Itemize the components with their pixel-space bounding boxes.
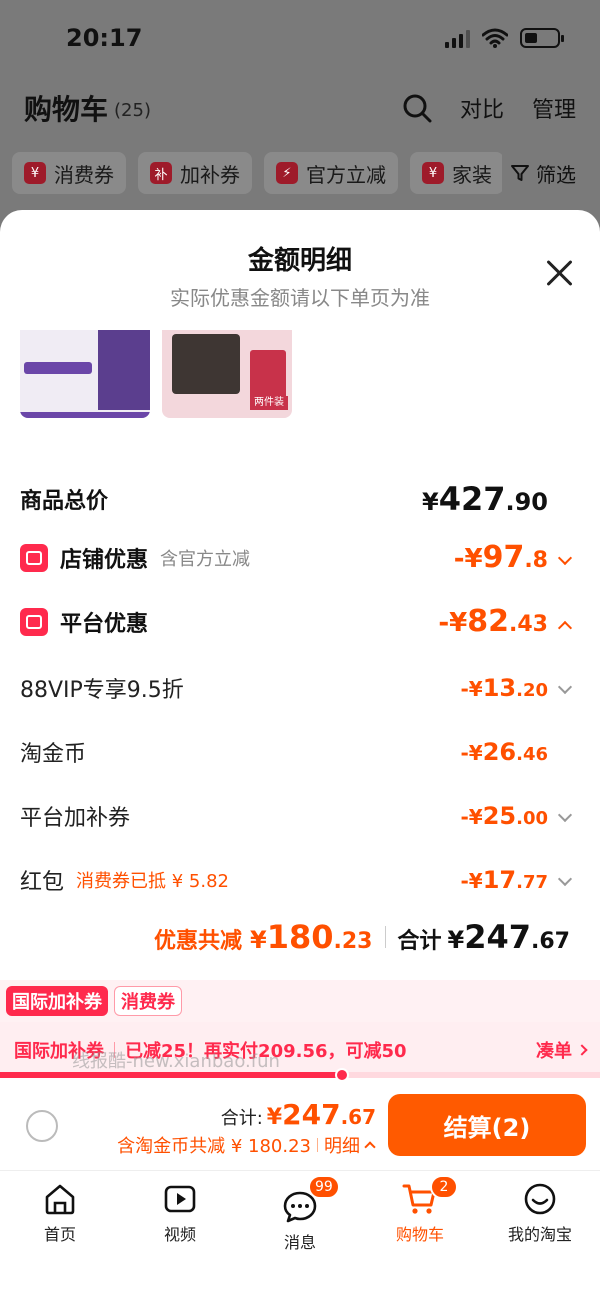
tag-consume-coupon[interactable]: 消费券 <box>114 986 182 1016</box>
profile-icon <box>524 1183 556 1215</box>
background-page: 20:17 购物车 (25) 对比 管理 ¥ 消费券 补 加补券 ⚡ 官方立减 … <box>0 0 600 230</box>
add-items-button[interactable]: 凑单 <box>536 1037 588 1063</box>
shop-discount-row[interactable]: 店铺优惠 含官方立减 -¥ 97 .8 <box>20 540 573 575</box>
chip-consume-coupon[interactable]: ¥ 消费券 <box>12 152 126 194</box>
grand-total-value: 247 <box>464 918 532 956</box>
platform-discount-row[interactable]: 平台优惠 -¥ 82 .43 <box>20 604 573 639</box>
shop-discount-label: 店铺优惠 <box>60 547 149 573</box>
lightning-icon: ⚡ <box>276 162 298 184</box>
chevron-up-icon <box>364 1141 376 1153</box>
chevron-right-icon <box>576 1044 588 1056</box>
funnel-icon <box>511 165 529 181</box>
coupon-icon: ¥ <box>422 162 444 184</box>
cart-badge: 2 <box>430 1175 458 1199</box>
tag-intl-subsidy[interactable]: 国际加补券 <box>6 986 108 1016</box>
amount-detail-sheet: 金额明细 实际优惠金额请以下单页为准 两件装 商品总价 ¥ 427 .90 店铺… <box>0 210 600 1170</box>
product-thumbnail-hair-dye[interactable]: 两件装 <box>162 330 292 418</box>
discount-summary: 优惠共减 ¥ 180 .23 合计 ¥ 247 .67 <box>154 918 570 956</box>
wifi-icon <box>482 28 508 48</box>
status-time: 20:17 <box>66 24 143 52</box>
filter-label: 筛选 <box>536 162 576 187</box>
shop-icon <box>20 543 48 572</box>
tab-my-taobao[interactable]: 我的淘宝 <box>480 1171 600 1298</box>
chip-label: 消费券 <box>54 162 114 187</box>
chip-label: 家装 <box>452 162 492 187</box>
sheet-title: 金额明细 <box>247 246 352 276</box>
discount-item-label: 平台加补券 <box>20 806 131 831</box>
watermark: 线报酷-new.xianbao.fun <box>72 1051 280 1072</box>
shop-discount-note: 含官方立减 <box>160 548 251 570</box>
discount-item-red-packet[interactable]: 红包 消费券已抵 ¥ 5.82 -¥ 17 .77 <box>20 864 573 896</box>
product-tag: 两件装 <box>250 396 288 410</box>
total-discount-value: 180 <box>266 918 334 956</box>
red-packet-note: 消费券已抵 ¥ 5.82 <box>76 871 229 892</box>
discount-item-platform-coupon[interactable]: 平台加补券 -¥ 25 .00 <box>20 800 573 832</box>
select-all-checkbox[interactable] <box>26 1110 58 1142</box>
compare-button[interactable]: 对比 <box>460 92 504 124</box>
chevron-down-icon <box>557 679 573 695</box>
goods-total-label: 商品总价 <box>20 489 109 514</box>
tab-messages[interactable]: 消息 99 <box>240 1171 360 1298</box>
shop-discount-value: -¥ 97 .8 <box>454 540 573 575</box>
detail-link: 明细 <box>324 1136 360 1157</box>
search-icon[interactable] <box>402 93 432 123</box>
discount-item-label: 红包 <box>20 870 65 895</box>
sheet-subtitle: 实际优惠金额请以下单页为准 <box>170 286 430 310</box>
checkout-total: 合计: ¥ 247 .67 <box>220 1098 376 1131</box>
grand-total-label: 合计 <box>397 929 442 954</box>
chip-home[interactable]: ¥ 家装 <box>410 152 504 194</box>
checkout-button[interactable]: 结算(2) <box>388 1094 586 1156</box>
cart-count: (25) <box>114 99 151 121</box>
checkout-bar: 合计: ¥ 247 .67 含淘金币共减 ¥ 180.23 明细 结算(2) <box>0 1082 600 1170</box>
discount-item-label: 88VIP专享9.5折 <box>20 678 184 703</box>
product-thumbnails: 两件装 <box>20 330 292 418</box>
bottom-tab-bar: 首页 视频 消息 99 购物车 2 我的淘宝 <box>0 1170 600 1298</box>
goods-total-value: ¥ 427 .90 <box>421 480 548 518</box>
product-thumbnail-cat-food[interactable] <box>20 330 150 418</box>
progress-fill <box>0 1072 342 1078</box>
close-icon[interactable] <box>544 258 574 288</box>
chip-official-discount[interactable]: ⚡ 官方立减 <box>264 152 398 194</box>
coupon-icon <box>20 607 48 636</box>
tab-home[interactable]: 首页 <box>0 1171 120 1298</box>
progress-knob <box>335 1068 349 1082</box>
cart-header: 购物车 (25) 对比 管理 <box>24 88 576 128</box>
coupon-icon: ¥ <box>24 162 46 184</box>
chip-subsidy-coupon[interactable]: 补 加补券 <box>138 152 252 194</box>
status-bar: 20:17 <box>0 22 600 62</box>
signal-icon <box>445 28 470 48</box>
discount-item-88vip[interactable]: 88VIP专享9.5折 -¥ 13 .20 <box>20 672 573 704</box>
chip-label: 官方立减 <box>306 162 386 187</box>
home-icon <box>45 1184 75 1215</box>
coupon-tags: 国际加补券 消费券 <box>0 980 600 1022</box>
platform-discount-value: -¥ 82 .43 <box>438 604 573 639</box>
chevron-down-icon <box>557 550 573 566</box>
subsidy-icon: 补 <box>150 162 172 184</box>
promo-progress <box>0 1068 600 1082</box>
chevron-down-icon <box>557 807 573 823</box>
page-title: 购物车 <box>24 93 109 126</box>
filter-button[interactable]: 筛选 <box>502 152 600 194</box>
discount-item-label: 淘金币 <box>20 742 87 767</box>
tab-video[interactable]: 视频 <box>120 1171 240 1298</box>
battery-icon <box>520 28 564 48</box>
goods-total-row: 商品总价 ¥ 427 .90 <box>20 480 570 518</box>
tab-cart[interactable]: 购物车 2 <box>360 1171 480 1298</box>
discount-item-taojinbi: 淘金币 -¥ 26 .46 <box>20 738 548 767</box>
divider <box>384 926 386 948</box>
status-icons <box>445 28 564 48</box>
total-discount-label: 优惠共减 <box>154 929 243 954</box>
message-badge: 99 <box>308 1175 340 1199</box>
chip-label: 加补券 <box>180 162 240 187</box>
chevron-up-icon <box>557 620 573 636</box>
platform-discount-label: 平台优惠 <box>60 611 149 637</box>
video-icon <box>164 1185 196 1213</box>
checkout-discount-detail[interactable]: 含淘金币共减 ¥ 180.23 明细 <box>117 1132 376 1158</box>
manage-button[interactable]: 管理 <box>532 92 576 124</box>
chevron-down-icon <box>557 871 573 887</box>
